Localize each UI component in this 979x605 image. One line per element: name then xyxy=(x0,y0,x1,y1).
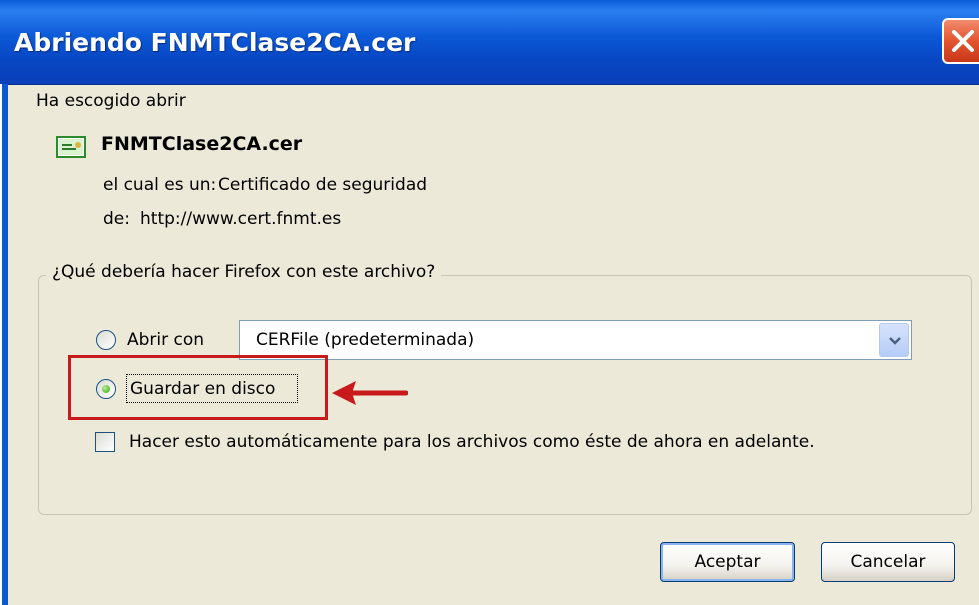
auto-action-checkbox[interactable] xyxy=(95,432,115,452)
application-select-value: CERFile (predeterminada) xyxy=(256,330,475,350)
file-source-label: de: xyxy=(103,209,130,229)
file-source-value: http://www.cert.fnmt.es xyxy=(140,209,342,229)
chevron-down-icon xyxy=(889,337,901,345)
close-icon xyxy=(952,30,974,52)
file-name: FNMTClase2CA.cer xyxy=(101,133,303,155)
certificate-file-icon xyxy=(56,136,86,158)
file-type-label: el cual es un: xyxy=(103,175,217,195)
red-arrow-annotation xyxy=(332,381,408,405)
open-with-radio[interactable] xyxy=(96,330,116,350)
intro-text: Ha escogido abrir xyxy=(36,91,186,111)
highlight-annotation-box xyxy=(68,355,328,420)
application-select[interactable]: CERFile (predeterminada) xyxy=(239,320,912,360)
file-type-value: Certificado de seguridad xyxy=(218,175,428,195)
cancel-button[interactable]: Cancelar xyxy=(821,542,955,582)
window-border-highlight xyxy=(0,84,2,605)
auto-action-label[interactable]: Hacer esto automáticamente para los arch… xyxy=(129,432,815,452)
open-file-dialog: Abriendo FNMTClase2CA.cer Ha escogido ab… xyxy=(0,0,979,605)
groupbox-legend: ¿Qué debería hacer Firefox con este arch… xyxy=(46,262,442,282)
dropdown-button[interactable] xyxy=(879,323,909,357)
ok-button[interactable]: Aceptar xyxy=(660,542,795,582)
close-button[interactable] xyxy=(942,18,979,64)
title-bar[interactable]: Abriendo FNMTClase2CA.cer xyxy=(0,0,979,85)
window-title: Abriendo FNMTClase2CA.cer xyxy=(14,28,416,57)
open-with-label[interactable]: Abrir con xyxy=(127,330,204,350)
